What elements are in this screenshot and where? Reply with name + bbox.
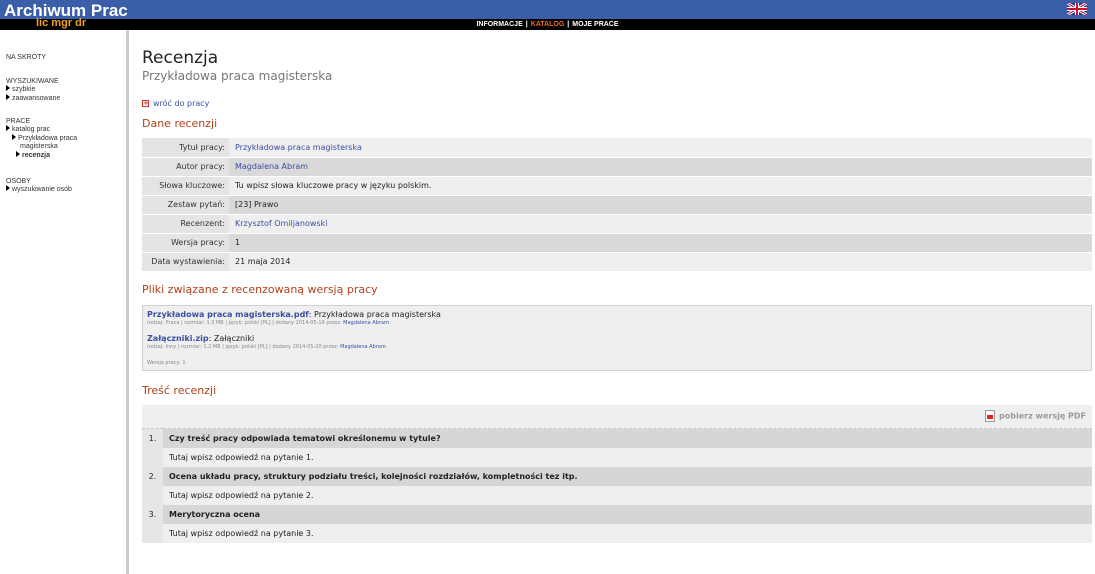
question-text: Merytoryczna ocena bbox=[163, 504, 1092, 524]
sidebar-item-review[interactable]: recenzja bbox=[6, 151, 77, 160]
file-link-pdf[interactable]: Przykładowa praca magisterska.pdf bbox=[147, 310, 309, 319]
pdf-icon bbox=[985, 410, 996, 423]
page-title: Recenzja bbox=[142, 48, 219, 68]
back-to-work-link[interactable]: + wróć do pracy bbox=[142, 99, 1092, 108]
file-author-link[interactable]: Magdalena Abram bbox=[343, 320, 389, 326]
table-row: 2. Ocena układu pracy, struktury podziału… bbox=[142, 466, 1092, 486]
sidebar-item-example-work[interactable]: Przykładowa praca bbox=[6, 134, 77, 143]
uk-flag-icon[interactable] bbox=[1067, 3, 1087, 15]
reviewer-link[interactable]: Krzysztof Omiljanowski bbox=[235, 219, 327, 228]
section-files: Pliki związane z recenzowaną wersją prac… bbox=[142, 282, 378, 296]
main-content: Recenzja Przykładowa praca magisterska +… bbox=[142, 30, 1092, 543]
file-author-link[interactable]: Magdalena Abram bbox=[340, 344, 386, 350]
section-review-content: Treść recenzji bbox=[142, 383, 217, 397]
page-subtitle: Przykładowa praca magisterska bbox=[142, 69, 333, 83]
sidebar: NA SKRÓTY WYSZUKIWANE szybkie zaawansowa… bbox=[0, 30, 129, 574]
table-row: Zestaw pytań: [23] Prawo bbox=[142, 195, 1092, 215]
table-row: Autor pracy: Magdalena Abram bbox=[142, 157, 1092, 177]
author-link[interactable]: Magdalena Abram bbox=[235, 162, 308, 171]
nav-moje-prace[interactable]: MOJE PRACE bbox=[572, 21, 618, 28]
file-link-zip[interactable]: Załączniki.zip bbox=[147, 334, 209, 343]
answer-text: Tutaj wpisz odpowiedź na pytanie 2. bbox=[163, 485, 1092, 505]
arrow-right-icon bbox=[12, 134, 16, 140]
sidebar-item-advanced-search[interactable]: zaawansowane bbox=[6, 94, 60, 103]
section-review-data: Dane recenzji bbox=[142, 117, 218, 130]
nav-katalog[interactable]: KATALOG bbox=[531, 21, 565, 28]
table-row: Słowa kluczowe: Tu wpisz słowa kluczowe p… bbox=[142, 176, 1092, 196]
sidebar-item-people-search[interactable]: wyszukiwanie osób bbox=[6, 185, 72, 194]
top-bar: Archiwum Prac bbox=[0, 0, 1095, 20]
list-item: Przykładowa praca magisterska.pdf: Przyk… bbox=[147, 309, 441, 326]
table-row: Tytuł pracy: Przykładowa praca magistersk… bbox=[142, 138, 1092, 158]
arrow-right-icon bbox=[16, 151, 20, 157]
list-item: Załączniki.zip: Załączniki rodzaj: Inny … bbox=[147, 333, 386, 350]
question-text: Czy treść pracy odpowiada tematowi okreś… bbox=[163, 428, 1092, 448]
work-title-link[interactable]: Przykładowa praca magisterska bbox=[235, 143, 362, 152]
sidebar-works-heading: PRACE bbox=[6, 118, 31, 125]
files-version: Wersja pracy: 1 bbox=[147, 359, 186, 366]
arrow-right-icon bbox=[6, 94, 10, 100]
review-content-table: pobierz wersję PDF 1. Czy treść pracy odp… bbox=[142, 404, 1092, 543]
table-row: Tutaj wpisz odpowiedź na pytanie 1. bbox=[142, 447, 1092, 467]
sidebar-item-quick-search[interactable]: szybkie bbox=[6, 85, 60, 94]
sidebar-item-catalog[interactable]: katalog prac bbox=[6, 125, 77, 134]
table-row: Wersja pracy: 1 bbox=[142, 233, 1092, 253]
arrow-right-icon bbox=[6, 125, 10, 131]
table-row: 3. Merytoryczna ocena bbox=[142, 504, 1092, 524]
top-navigation: INFORMACJE | KATALOG | MOJE PRACE bbox=[0, 19, 1095, 30]
sidebar-people-heading: OSOBY bbox=[6, 178, 31, 185]
table-row: Tutaj wpisz odpowiedź na pytanie 2. bbox=[142, 485, 1092, 505]
table-row: Tutaj wpisz odpowiedź na pytanie 3. bbox=[142, 523, 1092, 543]
answer-text: Tutaj wpisz odpowiedź na pytanie 1. bbox=[163, 447, 1092, 467]
review-info-table: Tytuł pracy: Przykładowa praca magistersk… bbox=[142, 138, 1092, 272]
arrow-right-icon bbox=[6, 185, 10, 191]
answer-text: Tutaj wpisz odpowiedź na pytanie 3. bbox=[163, 523, 1092, 543]
files-box: Przykładowa praca magisterska.pdf: Przyk… bbox=[142, 304, 1092, 371]
back-icon: + bbox=[142, 99, 149, 107]
download-pdf-button[interactable]: pobierz wersję PDF bbox=[163, 404, 1092, 429]
sidebar-shortcuts[interactable]: NA SKRÓTY bbox=[6, 54, 46, 61]
question-text: Ocena układu pracy, struktury podziału t… bbox=[163, 466, 1092, 486]
sidebar-item-example-work-cont[interactable]: magisterska bbox=[6, 143, 77, 151]
logo-subtitle: lic mgr dr bbox=[36, 17, 87, 29]
nav-informacje[interactable]: INFORMACJE bbox=[476, 21, 522, 28]
table-row: Recenzent: Krzysztof Omiljanowski bbox=[142, 214, 1092, 234]
table-row: Data wystawienia: 21 maja 2014 bbox=[142, 252, 1092, 272]
table-row: 1. Czy treść pracy odpowiada tematowi okr… bbox=[142, 428, 1092, 448]
sidebar-search-heading: WYSZUKIWANE bbox=[6, 78, 59, 85]
arrow-right-icon bbox=[6, 85, 10, 91]
